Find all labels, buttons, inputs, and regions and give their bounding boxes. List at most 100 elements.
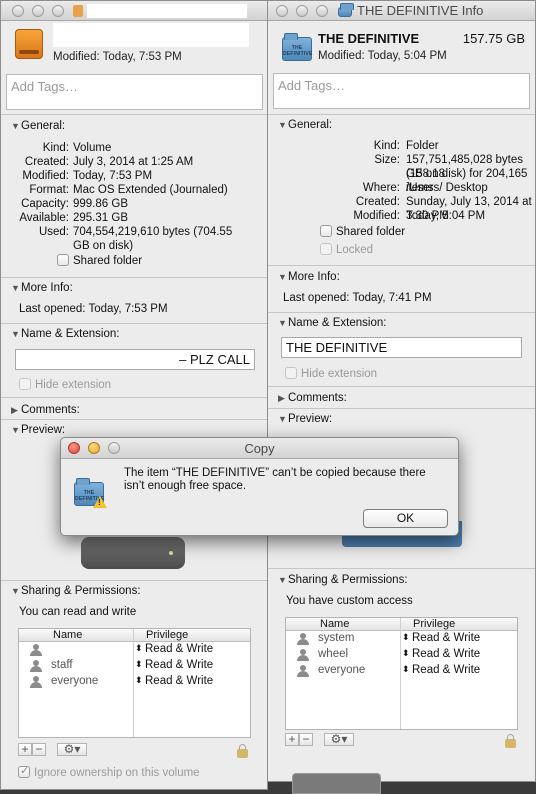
ignore-ownership-checkbox[interactable]: Ignore ownership on this volume xyxy=(18,764,200,779)
info-key: Where: xyxy=(362,182,400,194)
ok-button[interactable]: OK xyxy=(363,509,448,528)
volume-name-redacted xyxy=(53,23,249,47)
column-name[interactable]: Name xyxy=(320,618,349,630)
table-row[interactable]: staff ⬍ Read & Write xyxy=(19,658,250,674)
close-button[interactable] xyxy=(12,5,24,17)
remove-user-button[interactable]: − xyxy=(299,733,313,746)
disclosure-open-icon[interactable]: ▼ xyxy=(278,120,288,130)
privilege-select[interactable]: Read & Write xyxy=(412,632,480,644)
folder-icon: THE DEFINITIVE xyxy=(282,33,312,61)
info-key: Created: xyxy=(24,156,69,168)
column-privilege[interactable]: Privilege xyxy=(146,629,188,641)
dialog-title: Copy xyxy=(244,441,275,456)
user-name: system xyxy=(318,632,355,644)
table-row[interactable]: wheel ⬍ Read & Write xyxy=(286,647,517,663)
disclosure-open-icon[interactable]: ▼ xyxy=(278,272,288,282)
privilege-stepper-icon[interactable]: ⬍ xyxy=(135,675,143,686)
info-key: Size: xyxy=(374,154,400,166)
table-row[interactable]: ⬍ Read & Write xyxy=(19,642,250,658)
column-privilege[interactable]: Privilege xyxy=(413,618,455,630)
zoom-button[interactable] xyxy=(316,5,328,17)
shared-folder-checkbox[interactable]: Shared folder xyxy=(57,254,142,267)
disclosure-open-icon[interactable]: ▼ xyxy=(11,283,21,293)
privilege-select[interactable]: Read & Write xyxy=(145,659,213,671)
table-row[interactable]: everyone ⬍ Read & Write xyxy=(286,663,517,679)
info-value: /Users/ Desktop xyxy=(406,182,488,194)
comments-section-header[interactable]: ▶ Comments: xyxy=(11,404,80,416)
close-button[interactable] xyxy=(276,5,288,17)
gear-icon[interactable]: ⚙▾ xyxy=(324,733,355,746)
tags-input[interactable]: Add Tags… xyxy=(6,74,263,110)
privilege-select[interactable]: Read & Write xyxy=(145,643,213,655)
info-window-volume: Modified: Today, 7:53 PM Add Tags… ▼Gene… xyxy=(0,0,268,790)
privilege-select[interactable]: Read & Write xyxy=(145,675,213,687)
header: Modified: Today, 7:53 PM xyxy=(1,21,267,69)
privilege-stepper-icon[interactable]: ⬍ xyxy=(402,664,410,675)
tags-input[interactable]: Add Tags… xyxy=(273,73,530,109)
disclosure-open-icon[interactable]: ▼ xyxy=(278,414,288,424)
remove-user-button[interactable]: − xyxy=(32,743,46,756)
disclosure-open-icon[interactable]: ▼ xyxy=(11,329,21,339)
column-name[interactable]: Name xyxy=(53,629,82,641)
add-user-button[interactable]: + xyxy=(18,743,32,756)
preview-section-header[interactable]: ▼Preview: xyxy=(11,424,65,436)
warning-icon: ! xyxy=(93,496,107,508)
disclosure-open-icon[interactable]: ▼ xyxy=(11,425,21,435)
dock-item[interactable] xyxy=(292,773,381,794)
shared-folder-checkbox[interactable]: Shared folder xyxy=(320,225,405,238)
more-info-section-header[interactable]: ▼More Info: xyxy=(11,282,73,294)
privilege-select[interactable]: Read & Write xyxy=(412,648,480,660)
group-icon xyxy=(296,665,310,677)
copy-error-dialog: Copy THE DEFINITIVE ! The item “THE DEFI… xyxy=(60,437,459,536)
lock-icon[interactable] xyxy=(237,744,248,758)
disclosure-open-icon[interactable]: ▼ xyxy=(278,575,288,585)
sharing-section-header[interactable]: ▼Sharing & Permissions: xyxy=(278,574,408,586)
name-extension-section-header[interactable]: ▼Name & Extension: xyxy=(11,328,119,340)
info-value: GB on disk) xyxy=(73,240,134,252)
general-section-header[interactable]: ▼General: xyxy=(278,119,332,131)
gear-icon[interactable]: ⚙▾ xyxy=(57,743,88,756)
privilege-select[interactable]: Read & Write xyxy=(412,664,480,676)
permissions-toolbar: + − ⚙▾ xyxy=(285,733,355,746)
info-value: Volume xyxy=(73,142,112,154)
name-field[interactable]: THE DEFINITIVE xyxy=(281,337,522,358)
privilege-stepper-icon[interactable]: ⬍ xyxy=(135,659,143,670)
dialog-title-bar: Copy xyxy=(61,438,458,459)
folder-title-icon xyxy=(338,3,354,17)
general-section-header[interactable]: ▼General: xyxy=(11,120,65,132)
privilege-stepper-icon[interactable]: ⬍ xyxy=(402,648,410,659)
hide-extension-checkbox[interactable]: Hide extension xyxy=(19,378,111,391)
more-info-section-header[interactable]: ▼More Info: xyxy=(278,271,340,283)
locked-checkbox[interactable]: Locked xyxy=(320,243,373,256)
disclosure-open-icon[interactable]: ▼ xyxy=(278,318,288,328)
name-extension-section-header[interactable]: ▼Name & Extension: xyxy=(278,317,386,329)
user-name: wheel xyxy=(318,648,349,660)
table-row[interactable]: everyone ⬍ Read & Write xyxy=(19,674,250,690)
info-key: Modified: xyxy=(353,210,400,222)
hide-extension-checkbox[interactable]: Hide extension xyxy=(285,367,377,380)
disclosure-open-icon[interactable]: ▼ xyxy=(11,121,21,131)
last-opened: Last opened: Today, 7:53 PM xyxy=(19,303,168,315)
sharing-section-header[interactable]: ▼Sharing & Permissions: xyxy=(11,585,141,597)
comments-section-header[interactable]: ▶ Comments: xyxy=(278,392,347,404)
volume-icon xyxy=(15,29,43,59)
privilege-stepper-icon[interactable]: ⬍ xyxy=(135,643,143,654)
table-row[interactable]: system ⬍ Read & Write xyxy=(286,631,517,647)
add-user-button[interactable]: + xyxy=(285,733,299,746)
lock-icon[interactable] xyxy=(505,734,516,748)
title-bar xyxy=(1,1,267,21)
permissions-table: Name Privilege system ⬍ Read & Write wheel ⬍… xyxy=(285,617,518,730)
user-name: staff xyxy=(51,659,73,671)
disclosure-closed-icon[interactable]: ▶ xyxy=(278,393,288,404)
name-field[interactable]: – PLZ CALL xyxy=(15,349,255,370)
disclosure-open-icon[interactable]: ▼ xyxy=(11,586,21,596)
minimize-button[interactable] xyxy=(32,5,44,17)
info-key: Created: xyxy=(355,196,400,208)
minimize-button[interactable] xyxy=(296,5,308,17)
privilege-stepper-icon[interactable]: ⬍ xyxy=(402,632,410,643)
preview-section-header[interactable]: ▼Preview: xyxy=(278,413,332,425)
info-key: Used: xyxy=(38,226,69,238)
info-value: Folder xyxy=(406,140,439,152)
disclosure-closed-icon[interactable]: ▶ xyxy=(11,405,21,416)
zoom-button[interactable] xyxy=(52,5,64,17)
